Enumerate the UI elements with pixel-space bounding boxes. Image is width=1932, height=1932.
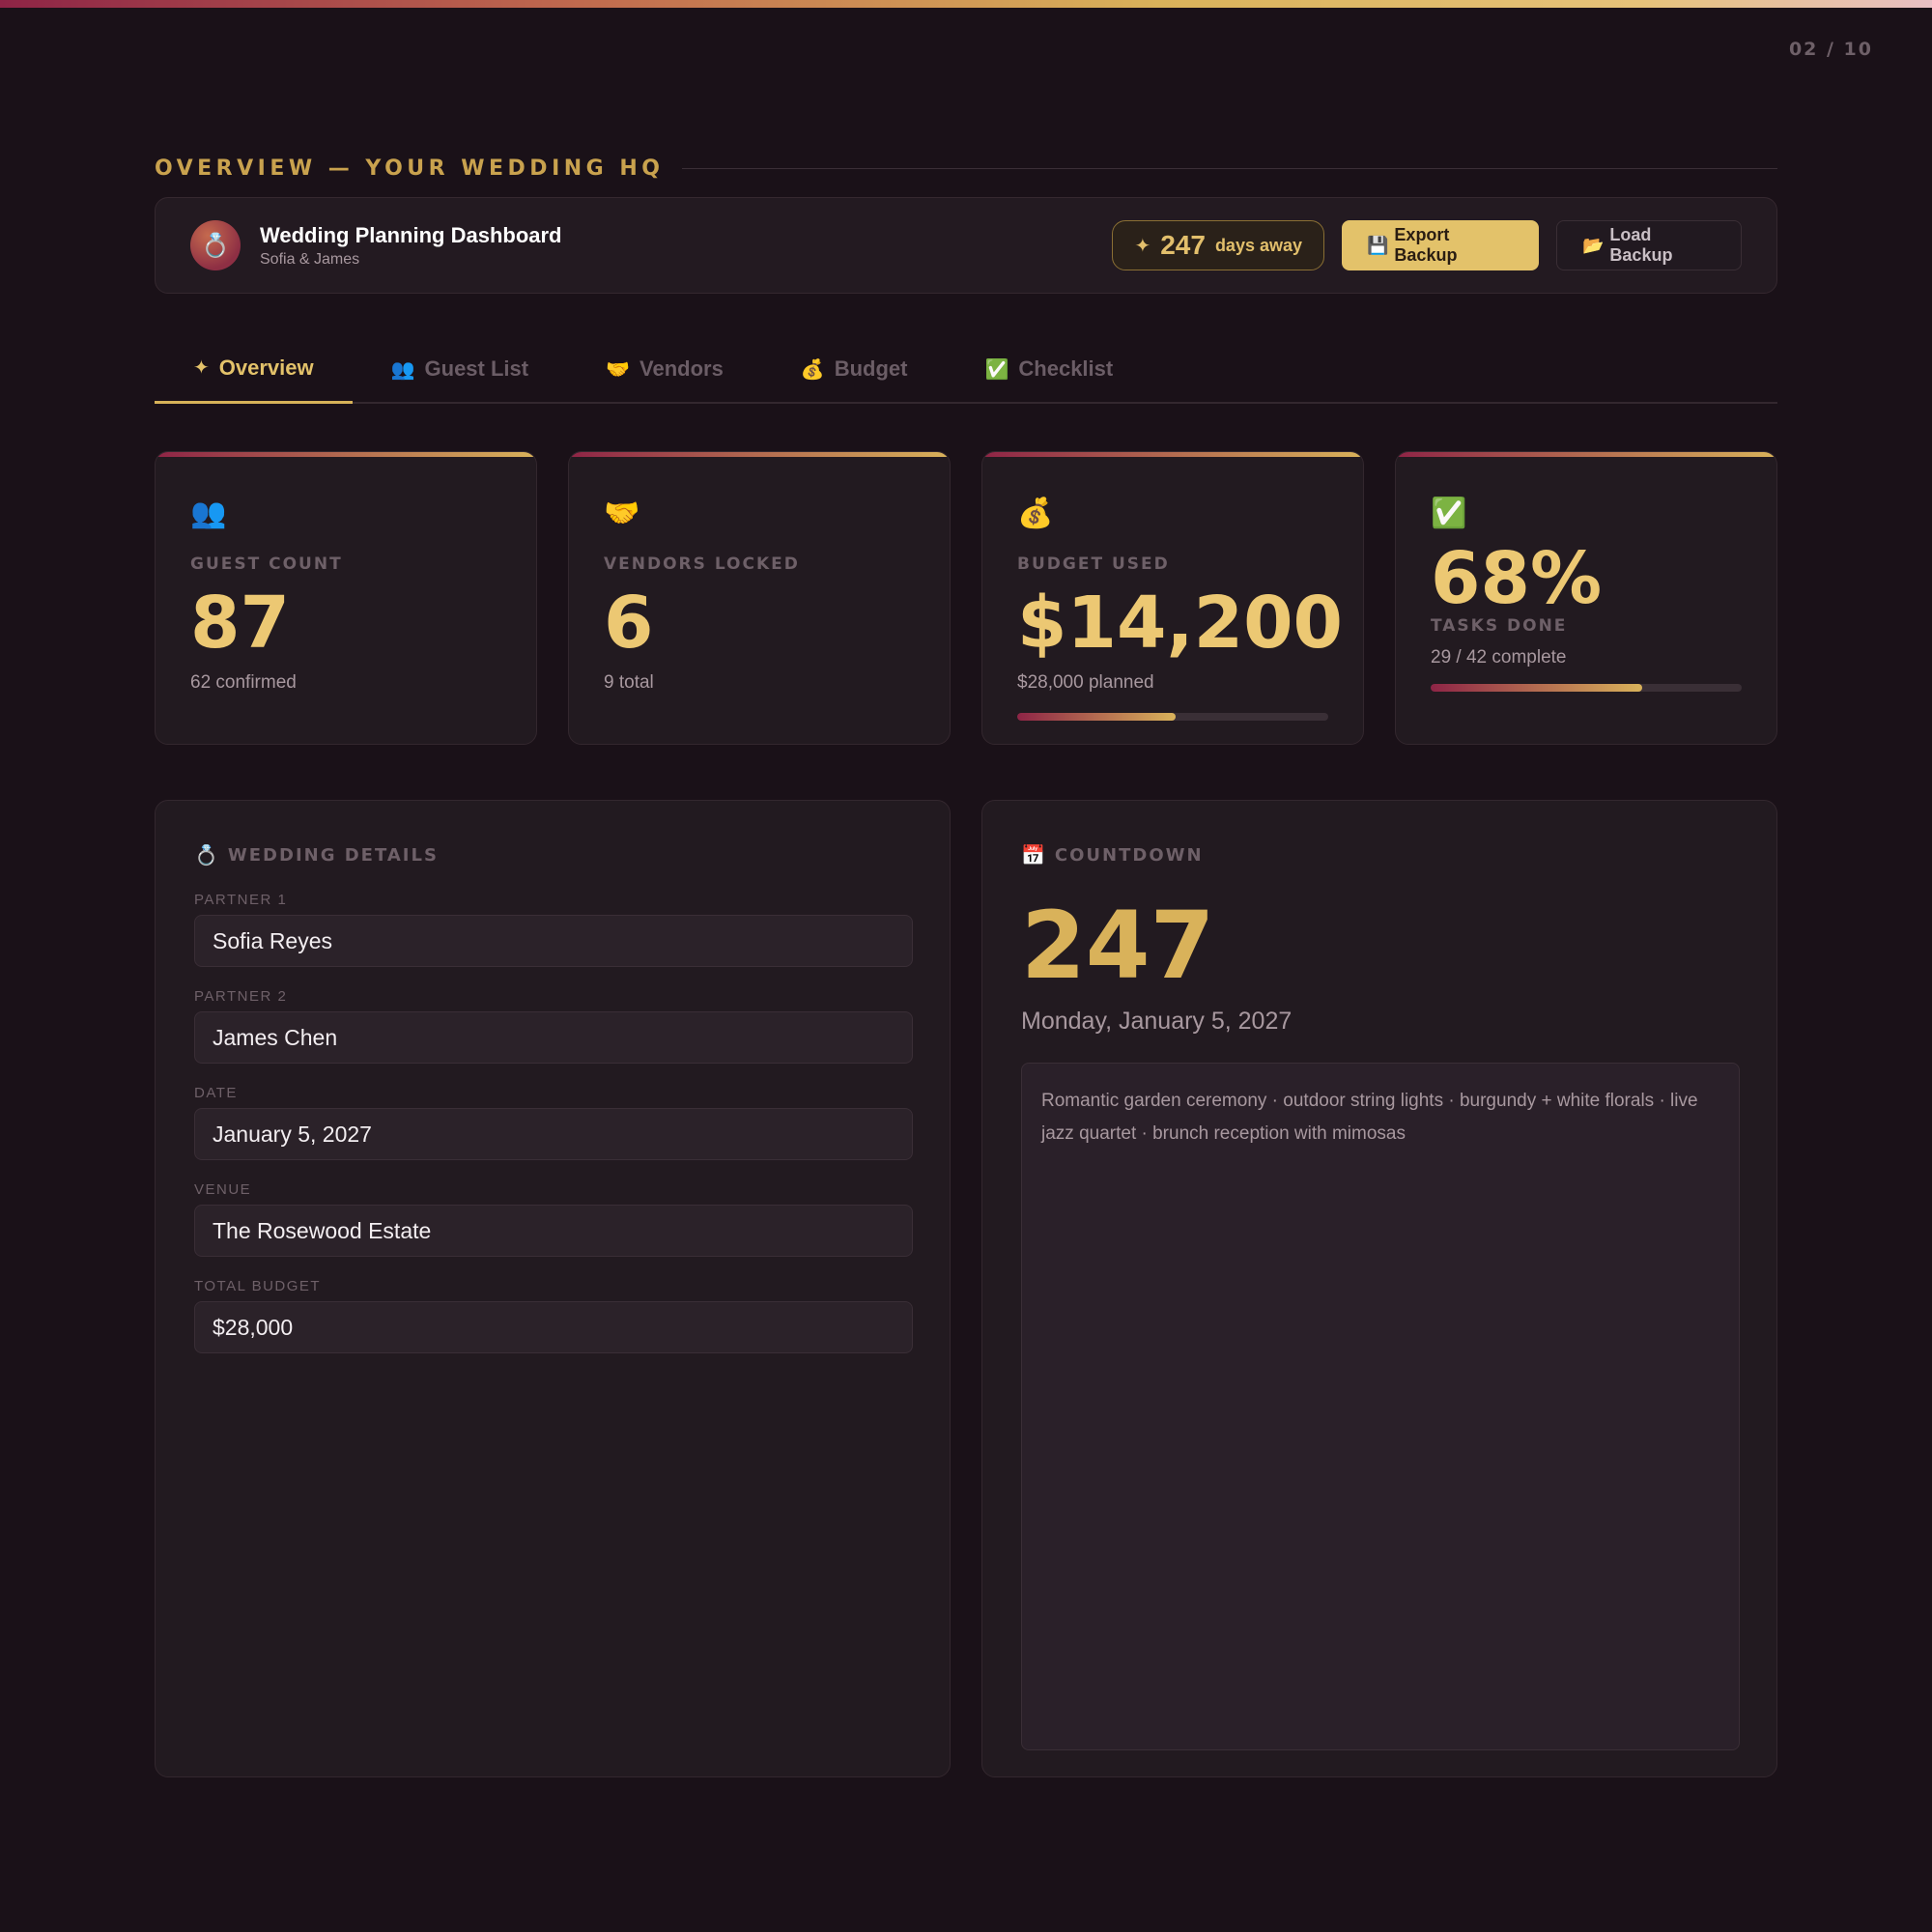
top-accent-strip bbox=[0, 0, 1932, 8]
load-backup-button[interactable]: 📂 Load Backup bbox=[1556, 220, 1742, 270]
ring-icon: 💍 bbox=[194, 843, 220, 867]
stat-value: 6 bbox=[604, 582, 654, 665]
panel-title-text: WEDDING DETAILS bbox=[227, 844, 439, 866]
stat-label: GUEST COUNT bbox=[190, 554, 343, 574]
stat-card-vendors-locked: 🤝 VENDORS LOCKED 6 9 total bbox=[568, 451, 951, 745]
days-away-badge: ✦ 247 days away bbox=[1112, 220, 1324, 270]
wedding-notes-textarea[interactable]: Romantic garden ceremony · outdoor strin… bbox=[1021, 1063, 1740, 1750]
dashboard-title-block: Wedding Planning Dashboard Sofia & James bbox=[260, 223, 562, 269]
folder-icon: 📂 bbox=[1582, 235, 1605, 255]
people-icon: 👥 bbox=[390, 358, 415, 381]
stat-card-budget-used: 💰 BUDGET USED $14,200 $28,000 planned bbox=[981, 451, 1364, 745]
tab-label: Overview bbox=[218, 355, 314, 380]
calendar-icon: 📅 bbox=[1021, 843, 1047, 867]
date-field[interactable]: January 5, 2027 bbox=[194, 1108, 913, 1160]
couple-names: Sofia & James bbox=[260, 250, 360, 268]
budget-progress-fill bbox=[1017, 713, 1177, 721]
stat-card-tasks-done: ✅ 68% TASKS DONE 29 / 42 complete bbox=[1395, 451, 1777, 745]
countdown-date: Monday, January 5, 2027 bbox=[1021, 1008, 1293, 1035]
wedding-details-panel: 💍 WEDDING DETAILS PARTNER 1 Sofia Reyes … bbox=[155, 800, 951, 1777]
money-bag-icon: 💰 bbox=[1017, 497, 1054, 529]
tab-overview[interactable]: ✦ Overview bbox=[155, 334, 353, 404]
stat-subtext: $28,000 planned bbox=[1017, 672, 1154, 693]
check-mark-icon: ✅ bbox=[984, 358, 1009, 381]
tab-checklist[interactable]: ✅ Checklist bbox=[946, 334, 1151, 404]
main-tabs: ✦ Overview 👥 Guest List 🤝 Vendors 💰 Budg… bbox=[155, 334, 1777, 404]
budget-progress-bar bbox=[1017, 713, 1328, 721]
floppy-disk-icon: 💾 bbox=[1367, 235, 1389, 255]
stat-card-guest-count: 👥 GUEST COUNT 87 62 confirmed bbox=[155, 451, 537, 745]
tab-budget[interactable]: 💰 Budget bbox=[762, 334, 947, 404]
sparkle-icon: ✦ bbox=[193, 357, 210, 379]
countdown-panel: 📅 COUNTDOWN 247 Monday, January 5, 2027 … bbox=[981, 800, 1777, 1777]
total-budget-field[interactable]: $28,000 bbox=[194, 1301, 913, 1353]
partner-1-label: PARTNER 1 bbox=[194, 892, 288, 908]
tab-label: Checklist bbox=[1018, 356, 1114, 381]
venue-field[interactable]: The Rosewood Estate bbox=[194, 1205, 913, 1257]
stat-value: $14,200 bbox=[1017, 582, 1344, 665]
people-icon: 👥 bbox=[190, 497, 227, 529]
header-actions: ✦ 247 days away 💾 Export Backup 📂 Load B… bbox=[1112, 220, 1742, 270]
section-heading: OVERVIEW — YOUR WEDDING HQ bbox=[155, 155, 1777, 182]
handshake-icon: 🤝 bbox=[606, 358, 630, 381]
export-backup-label: Export Backup bbox=[1394, 225, 1458, 265]
tab-label: Budget bbox=[834, 356, 908, 381]
days-away-label: days away bbox=[1214, 235, 1302, 255]
stat-value: 68% bbox=[1431, 537, 1603, 620]
countdown-title: 📅 COUNTDOWN bbox=[1021, 843, 1738, 867]
stat-value: 87 bbox=[190, 582, 290, 665]
partner-2-field[interactable]: James Chen bbox=[194, 1011, 913, 1064]
tab-label: Guest List bbox=[424, 356, 529, 381]
tab-vendors[interactable]: 🤝 Vendors bbox=[567, 334, 762, 404]
countdown-days: 247 bbox=[1021, 892, 1215, 1000]
sparkle-icon: ✦ bbox=[1134, 235, 1151, 257]
partner-2-label: PARTNER 2 bbox=[194, 988, 288, 1005]
tab-guest-list[interactable]: 👥 Guest List bbox=[353, 334, 567, 404]
partner-1-field[interactable]: Sofia Reyes bbox=[194, 915, 913, 967]
stat-subtext: 29 / 42 complete bbox=[1431, 647, 1567, 668]
tab-label: Vendors bbox=[639, 356, 724, 381]
export-backup-button[interactable]: 💾 Export Backup bbox=[1342, 220, 1539, 270]
handshake-icon: 🤝 bbox=[604, 497, 640, 529]
tasks-progress-fill bbox=[1431, 684, 1642, 692]
money-bag-icon: 💰 bbox=[800, 358, 825, 381]
date-label: DATE bbox=[194, 1085, 238, 1101]
load-backup-label: Load Backup bbox=[1609, 225, 1673, 265]
dashboard-title: Wedding Planning Dashboard bbox=[260, 222, 562, 247]
tasks-progress-bar bbox=[1431, 684, 1742, 692]
dashboard-header: 💍 Wedding Planning Dashboard Sofia & Jam… bbox=[155, 197, 1777, 294]
wedding-details-title: 💍 WEDDING DETAILS bbox=[194, 843, 911, 867]
days-away-count: 247 bbox=[1160, 230, 1206, 260]
stat-subtext: 9 total bbox=[604, 672, 654, 693]
stat-label: VENDORS LOCKED bbox=[604, 554, 800, 574]
venue-label: VENUE bbox=[194, 1181, 252, 1198]
ring-icon: 💍 bbox=[190, 220, 241, 270]
check-mark-icon: ✅ bbox=[1431, 497, 1467, 529]
page-indicator: 02 / 10 bbox=[1788, 39, 1873, 60]
panel-title-text: COUNTDOWN bbox=[1054, 844, 1204, 866]
section-heading-divider bbox=[681, 167, 1777, 169]
section-heading-text: OVERVIEW — YOUR WEDDING HQ bbox=[155, 156, 665, 181]
total-budget-label: TOTAL BUDGET bbox=[194, 1278, 322, 1294]
stat-label: BUDGET USED bbox=[1017, 554, 1170, 574]
stat-subtext: 62 confirmed bbox=[190, 672, 297, 693]
